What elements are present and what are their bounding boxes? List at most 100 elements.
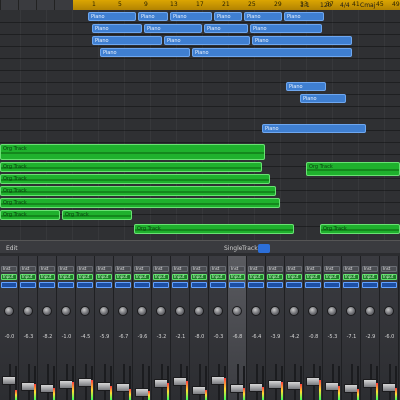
green-slot[interactable]: Input	[324, 274, 340, 280]
pan-knob[interactable]	[365, 306, 375, 316]
midi-region[interactable]: Piano	[170, 12, 212, 21]
pan-knob[interactable]	[42, 306, 52, 316]
pan-knob[interactable]	[251, 306, 261, 316]
pan-knob[interactable]	[232, 306, 242, 316]
channel-strip[interactable]: Inst Input -4.5	[76, 256, 95, 400]
audio-region[interactable]: Org Track	[0, 144, 265, 160]
toolbar-control[interactable]	[36, 0, 55, 10]
input-slot[interactable]: Inst	[267, 266, 283, 272]
pan-knob[interactable]	[137, 306, 147, 316]
blue-slot[interactable]	[362, 282, 378, 288]
green-slot[interactable]: Input	[305, 274, 321, 280]
channel-strip[interactable]: Inst Input -8.0	[190, 256, 209, 400]
channel-strip[interactable]: Inst Input -6.4	[247, 256, 266, 400]
blue-slot[interactable]	[305, 282, 321, 288]
blue-slot[interactable]	[20, 282, 36, 288]
pan-knob[interactable]	[289, 306, 299, 316]
input-slot[interactable]: Inst	[39, 266, 55, 272]
channel-strip[interactable]: Inst Input -6.0	[380, 256, 399, 400]
channel-strip[interactable]: Inst Input -0.8	[304, 256, 323, 400]
audio-region[interactable]: Org Track	[134, 224, 294, 234]
channel-strip[interactable]: Inst Input -0.0	[0, 256, 19, 400]
audio-region[interactable]: Org Track	[0, 162, 262, 172]
pan-knob[interactable]	[270, 306, 280, 316]
audio-region[interactable]: Org Track	[0, 198, 280, 208]
pan-knob[interactable]	[327, 306, 337, 316]
blue-slot[interactable]	[1, 282, 17, 288]
channel-strip[interactable]: Inst Input -2.9	[361, 256, 380, 400]
input-slot[interactable]: Inst	[1, 266, 17, 272]
midi-region[interactable]: Piano	[300, 94, 346, 103]
blue-slot[interactable]	[210, 282, 226, 288]
input-slot[interactable]: Inst	[381, 266, 397, 272]
input-slot[interactable]: Inst	[305, 266, 321, 272]
blue-slot[interactable]	[96, 282, 112, 288]
input-slot[interactable]: Inst	[343, 266, 359, 272]
input-slot[interactable]: Inst	[153, 266, 169, 272]
midi-region[interactable]: Piano	[204, 24, 248, 33]
midi-region[interactable]: Piano	[244, 12, 282, 21]
channel-strip-selected[interactable]: Inst Input -6.8	[228, 256, 247, 400]
channel-strip[interactable]: Inst Input -2.1	[171, 256, 190, 400]
green-slot[interactable]: Input	[39, 274, 55, 280]
tracks-area[interactable]: Piano Piano Piano Piano Piano Piano Pian…	[0, 10, 400, 240]
channel-strip[interactable]: Inst Input -6.7	[114, 256, 133, 400]
green-slot[interactable]: Input	[343, 274, 359, 280]
blue-slot[interactable]	[58, 282, 74, 288]
green-slot[interactable]: Input	[286, 274, 302, 280]
input-slot[interactable]: Inst	[324, 266, 340, 272]
midi-region[interactable]: Piano	[192, 48, 352, 57]
audio-region[interactable]: Org Track	[306, 162, 400, 176]
channel-strip[interactable]: Inst Input -3.2	[152, 256, 171, 400]
midi-region[interactable]: Piano	[284, 12, 324, 21]
midi-region[interactable]: Piano	[214, 12, 242, 21]
mixer-view-toggle-button[interactable]	[258, 244, 270, 253]
green-slot[interactable]: Input	[362, 274, 378, 280]
toolbar-control[interactable]	[0, 0, 19, 10]
blue-slot[interactable]	[248, 282, 264, 288]
midi-region[interactable]: Piano	[92, 24, 142, 33]
green-slot[interactable]: Input	[77, 274, 93, 280]
toolbar-control[interactable]	[18, 0, 37, 10]
blue-slot[interactable]	[267, 282, 283, 288]
midi-region[interactable]: Piano	[286, 82, 326, 91]
green-slot[interactable]: Input	[1, 274, 17, 280]
input-slot[interactable]: Inst	[115, 266, 131, 272]
green-slot[interactable]: Input	[115, 274, 131, 280]
green-slot[interactable]: Input	[248, 274, 264, 280]
channel-strip[interactable]: Inst Input -3.9	[266, 256, 285, 400]
green-slot[interactable]: Input	[381, 274, 397, 280]
channel-strip[interactable]: Inst Input -5.3	[323, 256, 342, 400]
pan-knob[interactable]	[346, 306, 356, 316]
pan-knob[interactable]	[175, 306, 185, 316]
channel-strip[interactable]: Inst Input -5.9	[95, 256, 114, 400]
channel-strip[interactable]: Inst Input -6.3	[19, 256, 38, 400]
audio-region[interactable]: Org Track	[0, 210, 60, 220]
green-slot[interactable]: Input	[20, 274, 36, 280]
toolbar-control[interactable]	[54, 0, 73, 10]
input-slot[interactable]: Inst	[172, 266, 188, 272]
pan-knob[interactable]	[384, 306, 394, 316]
input-slot[interactable]: Inst	[191, 266, 207, 272]
green-slot[interactable]: Input	[153, 274, 169, 280]
midi-region[interactable]: Piano	[144, 24, 202, 33]
pan-knob[interactable]	[80, 306, 90, 316]
mixer-view-single[interactable]: Single	[224, 245, 242, 253]
green-slot[interactable]: Input	[229, 274, 245, 280]
input-slot[interactable]: Inst	[210, 266, 226, 272]
audio-region[interactable]: Org Track	[320, 224, 400, 234]
channel-strip[interactable]: Inst Input -9.6	[133, 256, 152, 400]
pan-knob[interactable]	[194, 306, 204, 316]
midi-region[interactable]: Piano	[88, 12, 136, 21]
pan-knob[interactable]	[23, 306, 33, 316]
input-slot[interactable]: Inst	[248, 266, 264, 272]
midi-region[interactable]: Piano	[100, 48, 190, 57]
midi-region[interactable]: Piano	[250, 24, 322, 33]
input-slot[interactable]: Inst	[362, 266, 378, 272]
mixer[interactable]: Inst Input -0.0 Inst Input -6.3 Inst Inp…	[0, 256, 400, 400]
blue-slot[interactable]	[324, 282, 340, 288]
pan-knob[interactable]	[213, 306, 223, 316]
audio-region[interactable]: Org Track	[62, 210, 132, 220]
green-slot[interactable]: Input	[172, 274, 188, 280]
channel-strip[interactable]: Inst Input -0.3	[209, 256, 228, 400]
